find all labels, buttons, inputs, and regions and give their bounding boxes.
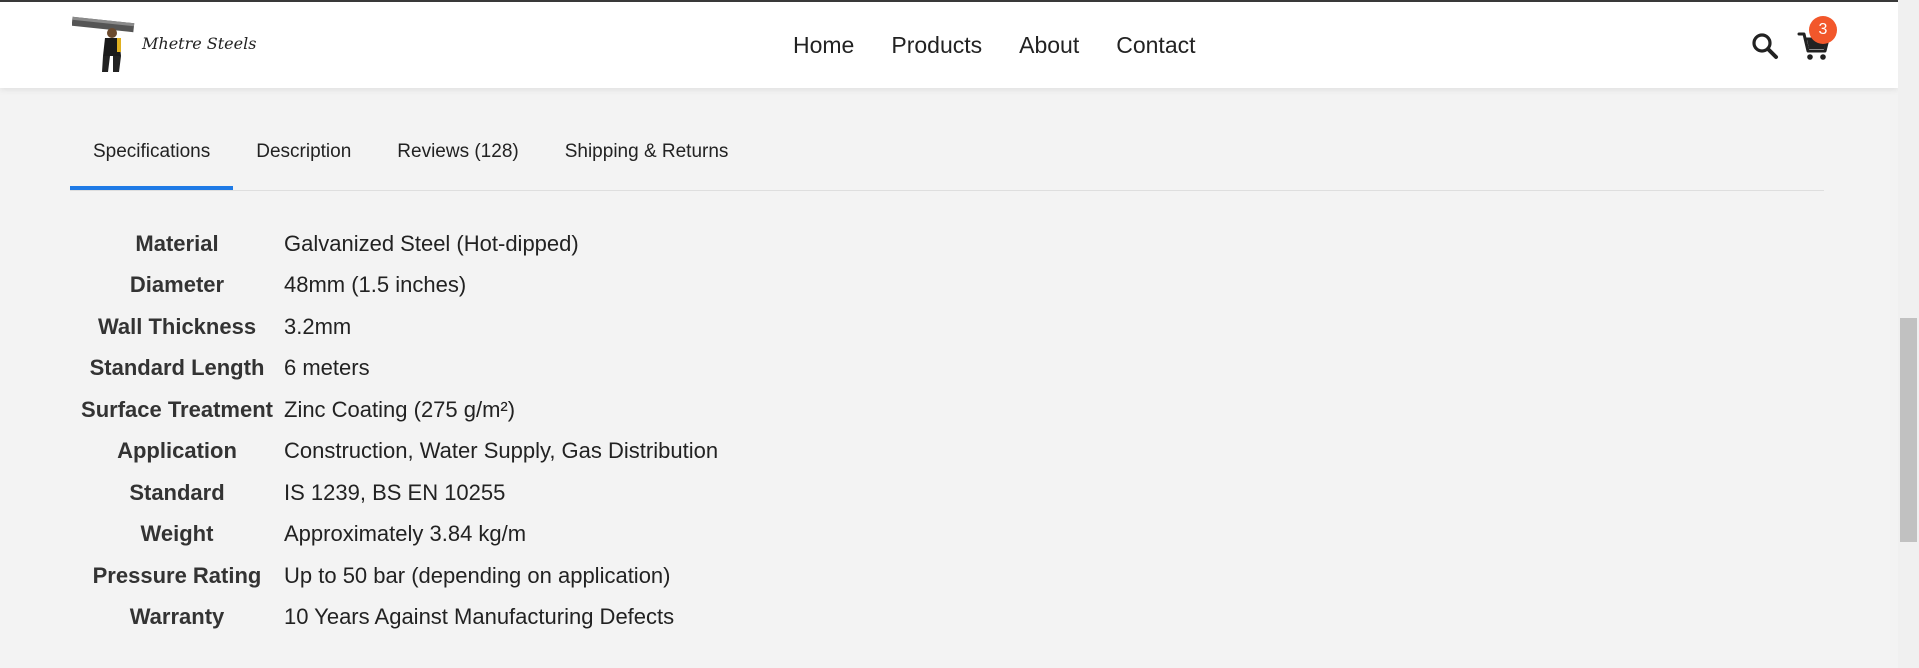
spec-row: Standard IS 1239, BS EN 10255 [70,472,718,514]
spec-value: Galvanized Steel (Hot-dipped) [284,230,579,256]
spec-value: Up to 50 bar (depending on application) [284,562,671,588]
spec-row: Pressure Rating Up to 50 bar (depending … [70,555,718,597]
spec-label: Material [135,230,219,256]
specifications-table: Material Galvanized Steel (Hot-dipped) D… [70,223,718,638]
spec-row: Material Galvanized Steel (Hot-dipped) [70,223,718,265]
search-icon [1752,33,1778,59]
spec-label: Wall Thickness [97,313,257,339]
site-header: Mhetre Steels Home Products About Contac… [0,2,1898,88]
spec-row: Weight Approximately 3.84 kg/m [70,514,718,556]
spec-row: Standard Length 6 meters [70,348,718,390]
spec-value: 48mm (1.5 inches) [284,272,467,298]
steel-worker-logo-icon [71,16,135,72]
spec-value: 3.2mm [284,313,352,339]
brand-logo[interactable]: Mhetre Steels [71,16,256,74]
tab-shipping-returns[interactable]: Shipping & Returns [542,120,752,190]
tab-specifications[interactable]: Specifications [70,120,234,190]
spec-value: IS 1239, BS EN 10255 [284,479,506,505]
spec-row: Surface Treatment Zinc Coating (275 g/m²… [70,389,718,431]
spec-value: Approximately 3.84 kg/m [284,521,527,547]
spec-label: Warranty [129,604,225,630]
spec-row: Warranty 10 Years Against Manufacturing … [70,597,718,639]
spec-label: Diameter [129,272,225,298]
spec-label: Standard Length [89,355,265,381]
nav-contact[interactable]: Contact [1116,32,1195,59]
spec-value: 6 meters [284,355,370,381]
product-tabs: Specifications Description Reviews (128)… [70,120,1824,191]
tab-reviews[interactable]: Reviews (128) [374,120,541,190]
cart-count-badge: 3 [1809,16,1837,44]
scrollbar-thumb[interactable] [1900,318,1917,542]
spec-value: Construction, Water Supply, Gas Distribu… [284,438,719,464]
tab-description[interactable]: Description [233,120,374,190]
search-button[interactable] [1751,32,1779,60]
nav-home[interactable]: Home [793,32,854,59]
spec-label: Weight [140,521,214,547]
spec-value: 10 Years Against Manufacturing Defects [284,604,675,630]
spec-row: Diameter 48mm (1.5 inches) [70,265,718,307]
spec-label: Surface Treatment [81,396,273,422]
spec-label: Standard [129,479,225,505]
nav-about[interactable]: About [1019,32,1079,59]
main-nav: Home Products About Contact [793,32,1233,59]
nav-products[interactable]: Products [891,32,982,59]
spec-row: Application Construction, Water Supply, … [70,431,718,473]
spec-label: Pressure Rating [92,562,262,588]
spec-label: Application [117,438,237,464]
spec-value: Zinc Coating (275 g/m²) [284,396,516,422]
spec-row: Wall Thickness 3.2mm [70,306,718,348]
brand-name: Mhetre Steels [142,34,257,53]
